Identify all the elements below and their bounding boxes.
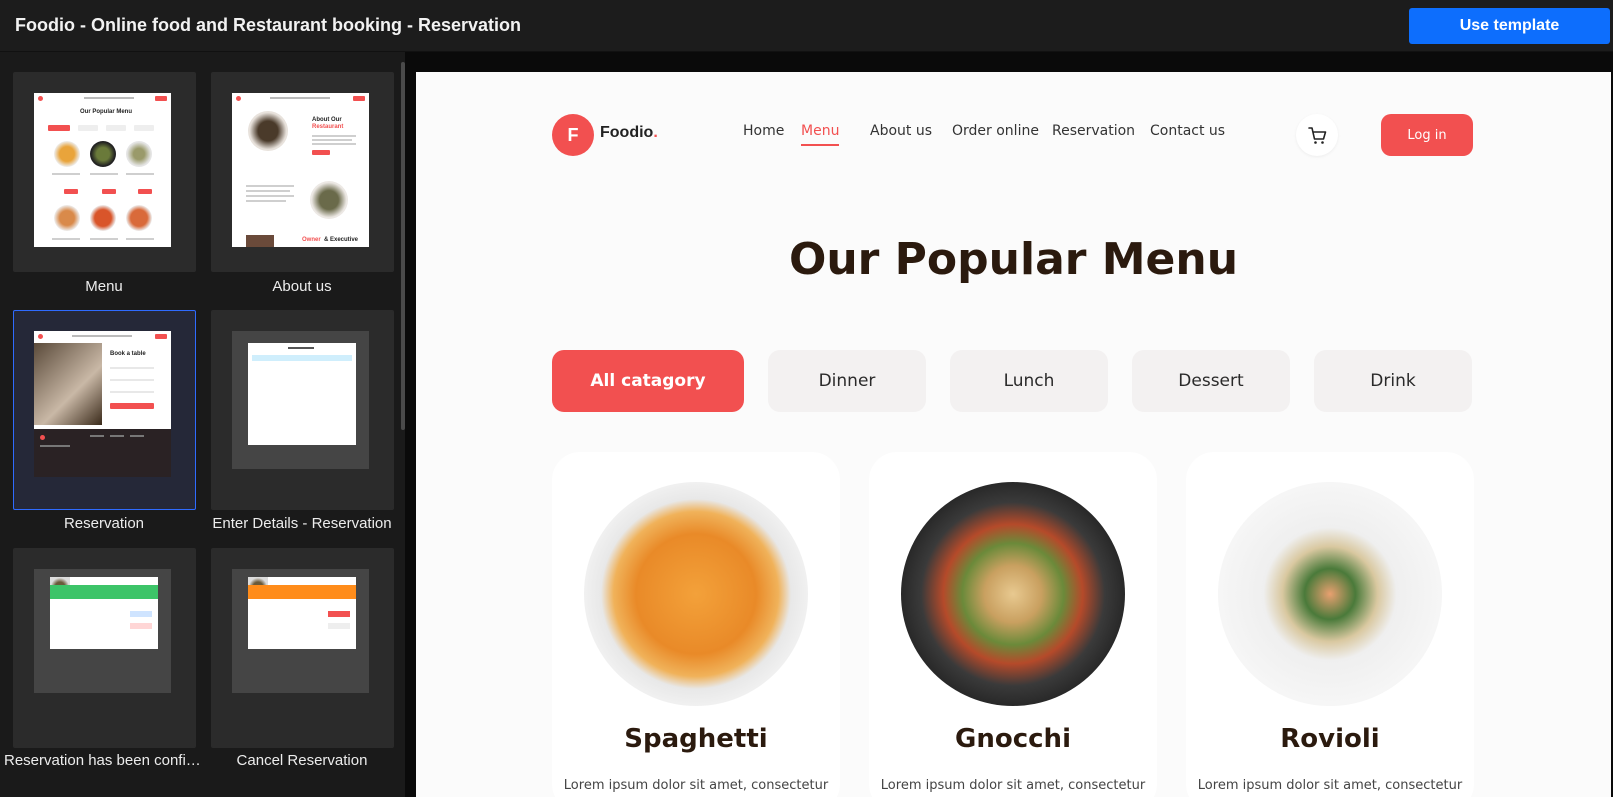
cart-icon bbox=[1308, 127, 1327, 144]
food-name: Gnocchi bbox=[955, 724, 1071, 754]
thumb-confirmed-modal bbox=[50, 577, 158, 649]
thumb-about-footer-accent: & Executive bbox=[324, 237, 359, 243]
thumb-enter-details[interactable] bbox=[211, 310, 394, 510]
food-name: Rovioli bbox=[1280, 724, 1380, 754]
logo-name: Foodio bbox=[600, 124, 654, 141]
food-image-spaghetti bbox=[584, 482, 808, 706]
food-desc: Lorem ipsum dolor sit amet, consectetur bbox=[563, 778, 829, 793]
thumb-confirmed[interactable] bbox=[13, 548, 196, 748]
thumb-reservation[interactable]: Book a table bbox=[13, 310, 196, 510]
thumb-confirmed-label[interactable]: Reservation has been confirmed bbox=[4, 752, 204, 769]
food-card-gnocchi[interactable]: Gnocchi Lorem ipsum dolor sit amet, cons… bbox=[869, 452, 1157, 797]
thumb-menu-title: Our Popular Menu bbox=[80, 109, 133, 115]
category-lunch[interactable]: Lunch bbox=[950, 350, 1108, 412]
category-dessert[interactable]: Dessert bbox=[1132, 350, 1290, 412]
food-card-spaghetti[interactable]: Spaghetti Lorem ipsum dolor sit amet, co… bbox=[552, 452, 840, 797]
thumb-reservation-title: Book a table bbox=[110, 351, 146, 357]
logo-text[interactable]: Foodio. bbox=[600, 124, 658, 142]
top-bar: Foodio - Online food and Restaurant book… bbox=[0, 0, 1613, 52]
nav-active-underline bbox=[801, 144, 839, 146]
thumb-cancel-label[interactable]: Cancel Reservation bbox=[202, 752, 402, 769]
nav-order-online[interactable]: Order online bbox=[952, 123, 1039, 139]
app-title: Foodio - Online food and Restaurant book… bbox=[15, 15, 522, 35]
thumb-menu-label[interactable]: Menu bbox=[4, 278, 204, 295]
thumb-enter-details-label[interactable]: Enter Details - Reservation bbox=[202, 515, 402, 532]
use-template-button[interactable]: Use template bbox=[1409, 8, 1610, 44]
thumb-reservation-preview: Book a table bbox=[34, 331, 171, 477]
thumb-enter-details-modal bbox=[248, 343, 356, 445]
food-card-rovioli[interactable]: Rovioli Lorem ipsum dolor sit amet, cons… bbox=[1186, 452, 1474, 797]
thumb-about-preview: About Our Restaurant Owner & Executive bbox=[232, 93, 369, 247]
food-name: Spaghetti bbox=[624, 724, 768, 754]
thumb-cancel[interactable] bbox=[211, 548, 394, 748]
food-image-rovioli bbox=[1218, 482, 1442, 706]
thumb-menu-preview: Our Popular Menu bbox=[34, 93, 171, 247]
nav-reservation[interactable]: Reservation bbox=[1052, 123, 1135, 139]
food-desc: Lorem ipsum dolor sit amet, consectetur bbox=[880, 778, 1146, 793]
nav-home[interactable]: Home bbox=[743, 123, 784, 139]
nav-menu[interactable]: Menu bbox=[801, 123, 839, 139]
thumb-about-label[interactable]: About us bbox=[202, 278, 402, 295]
nav-contact-us[interactable]: Contact us bbox=[1150, 123, 1225, 139]
section-title: Our Popular Menu bbox=[788, 234, 1239, 285]
category-dinner[interactable]: Dinner bbox=[768, 350, 926, 412]
preview-page: F Foodio. Home Menu About us Order onlin… bbox=[416, 72, 1611, 797]
cart-button[interactable] bbox=[1296, 114, 1338, 156]
login-button[interactable]: Log in bbox=[1381, 114, 1473, 156]
food-desc: Lorem ipsum dolor sit amet, consectetur bbox=[1197, 778, 1463, 793]
thumb-about-us[interactable]: About Our Restaurant Owner & Executive bbox=[211, 72, 394, 272]
category-all[interactable]: All catagory bbox=[552, 350, 744, 412]
thumb-cancel-modal bbox=[248, 577, 356, 649]
thumb-about-footer: Owner bbox=[302, 237, 321, 243]
thumb-menu[interactable]: Our Popular Menu bbox=[13, 72, 196, 272]
logo-icon[interactable]: F bbox=[552, 114, 594, 156]
nav-about-us[interactable]: About us bbox=[870, 123, 932, 139]
thumb-about-title-accent: Restaurant bbox=[312, 124, 344, 130]
logo-dot: . bbox=[653, 124, 658, 141]
sidebar: Our Popular Menu Menu About Our Restaura… bbox=[0, 52, 405, 797]
thumb-reservation-label[interactable]: Reservation bbox=[4, 515, 204, 532]
thumb-about-title: About Our bbox=[312, 117, 342, 123]
category-drink[interactable]: Drink bbox=[1314, 350, 1472, 412]
food-image-gnocchi bbox=[901, 482, 1125, 706]
